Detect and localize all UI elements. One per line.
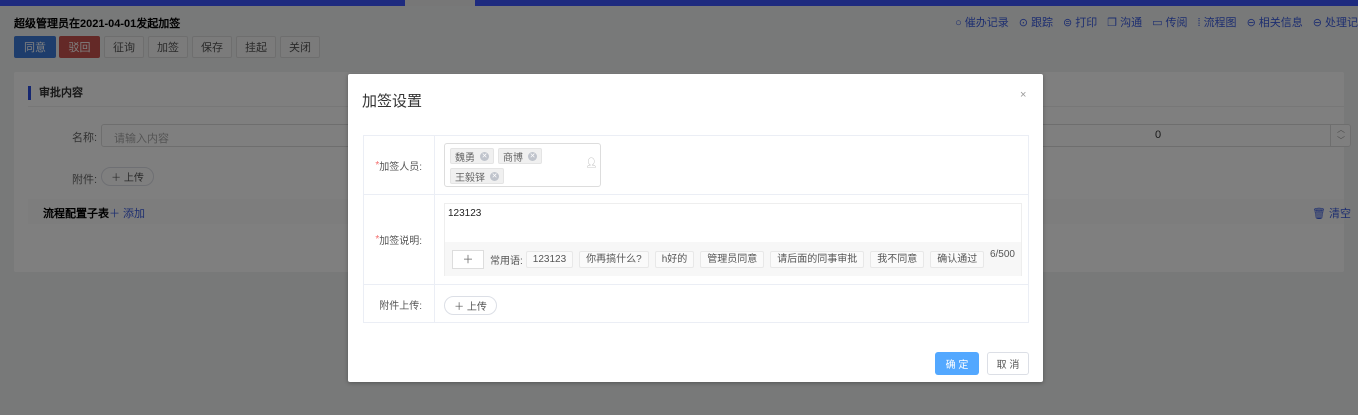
add-phrase-button[interactable]: ＋ (452, 249, 484, 269)
remove-tag-icon[interactable]: ✕ (528, 151, 537, 161)
dialog-upload-button[interactable]: ＋ 上传 (444, 296, 497, 315)
cancel-button[interactable]: 取 消 (987, 352, 1029, 375)
phrase-chip[interactable]: 管理员同意 (700, 250, 765, 268)
desc-textarea[interactable]: 123123 (448, 208, 481, 219)
remove-tag-icon[interactable]: ✕ (490, 171, 499, 181)
user-icon[interactable]: 👤︎ (585, 158, 598, 169)
phrase-chip[interactable]: 123123 (525, 250, 574, 268)
add-sign-dialog: 加签设置 × * 加签人员: 魏勇 ✕ 商博 ✕ 王毅铎 ✕ 👤︎ * 加签说明: 1231… (348, 74, 1043, 382)
phrase-chip[interactable]: 确认通过 (930, 250, 985, 268)
desc-label: 加签说明: (379, 236, 422, 247)
dialog-attach-label: 附件上传: (379, 300, 422, 312)
char-counter: 6/500 (989, 249, 1015, 260)
people-row: * 加签人员: 魏勇 ✕ 商博 ✕ 王毅铎 ✕ 👤︎ (364, 136, 1028, 195)
people-label: 加签人员: (379, 161, 422, 173)
dialog-form: * 加签人员: 魏勇 ✕ 商博 ✕ 王毅铎 ✕ 👤︎ * 加签说明: 123123 ＋ 常用… (363, 135, 1029, 323)
phrases-label: 常用语: (490, 255, 523, 267)
people-select[interactable]: 魏勇 ✕ 商博 ✕ 王毅铎 ✕ 👤︎ (444, 143, 601, 187)
desc-box: 123123 ＋ 常用语: 123123 你再搞什么? h好的 管理员同意 请后面的同事… (444, 203, 1022, 276)
phrase-chip[interactable]: 我不同意 (870, 250, 925, 268)
remove-tag-icon[interactable]: ✕ (480, 151, 489, 161)
attach-row: 附件上传: ＋ 上传 (364, 285, 1028, 323)
phrase-chip[interactable]: 你再搞什么? (579, 250, 649, 268)
person-tag: 魏勇 ✕ (450, 148, 494, 164)
close-icon[interactable]: × (1020, 89, 1026, 101)
confirm-button[interactable]: 确 定 (935, 352, 979, 375)
phrase-chip[interactable]: h好的 (654, 250, 695, 268)
person-tag: 王毅铎 ✕ (450, 168, 504, 184)
phrases-bar: ＋ 常用语: 123123 你再搞什么? h好的 管理员同意 请后面的同事审批 我不同意确… (445, 242, 1021, 276)
dialog-title: 加签设置 (362, 93, 423, 110)
desc-row: * 加签说明: 123123 ＋ 常用语: 123123 你再搞什么? h好的 管理员同… (364, 195, 1028, 285)
person-tag: 商博 ✕ (498, 148, 542, 164)
phrase-chip[interactable]: 请后面的同事审批 (770, 250, 865, 268)
